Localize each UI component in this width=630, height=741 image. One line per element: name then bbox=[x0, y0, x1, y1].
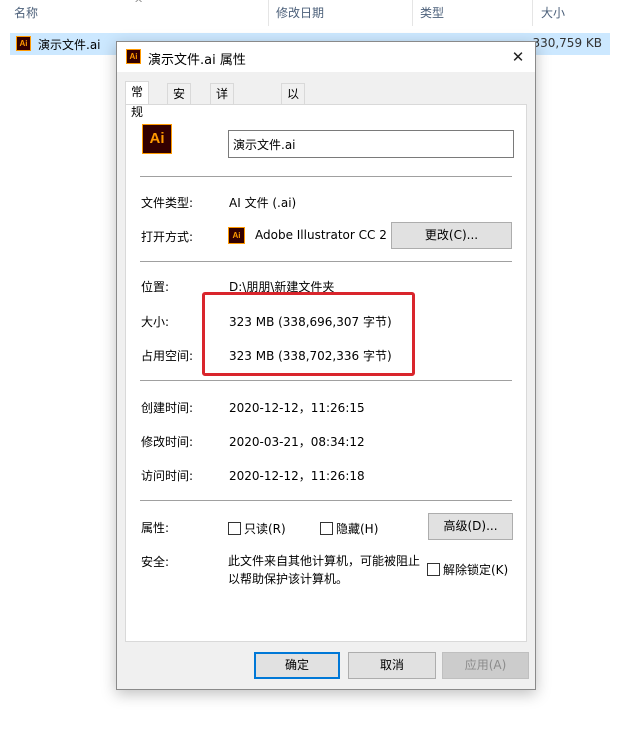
tab-security[interactable]: 安全 bbox=[167, 83, 192, 121]
accessed-value: 2020-12-12，11:26:18 bbox=[229, 469, 365, 483]
unblock-checkbox[interactable]: 解除锁定(K) bbox=[427, 561, 508, 578]
security-message: 此文件来自其他计算机，可能被阻止以帮助保护该计算机。 bbox=[228, 554, 421, 586]
file-type-label: 文件类型: bbox=[141, 196, 194, 210]
tab-previous-versions[interactable]: 以前的版本 bbox=[281, 83, 306, 181]
sort-up-icon: ^ bbox=[134, 0, 144, 10]
illustrator-app-icon: Ai bbox=[228, 227, 245, 244]
disk-size-label: 占用空间: bbox=[141, 349, 194, 363]
file-type-value: AI 文件 (.ai) bbox=[229, 196, 297, 210]
hidden-checkbox[interactable]: 隐藏(H) bbox=[320, 520, 378, 537]
dialog-titlebar[interactable]: Ai 演示文件.ai 属性 ✕ bbox=[117, 42, 535, 72]
size-label: 大小: bbox=[141, 315, 170, 329]
checkbox-box[interactable] bbox=[228, 522, 241, 535]
cancel-button[interactable]: 取消 bbox=[348, 652, 436, 679]
location-value: D:\朋朋\新建文件夹 bbox=[229, 280, 335, 294]
ai-file-icon: Ai bbox=[126, 49, 141, 64]
column-header-type[interactable]: 类型 bbox=[406, 0, 531, 26]
dialog-title: 演示文件.ai 属性 bbox=[148, 53, 246, 68]
attributes-label: 属性: bbox=[141, 521, 170, 535]
column-header-modified[interactable]: 修改日期 bbox=[262, 0, 412, 26]
properties-dialog: Ai 演示文件.ai 属性 ✕ 常规 安全 详细信息 以前的版本 Ai 文件类型… bbox=[116, 41, 536, 690]
readonly-label: 只读(R) bbox=[244, 522, 286, 536]
unblock-label: 解除锁定(K) bbox=[443, 563, 509, 577]
created-label: 创建时间: bbox=[141, 401, 194, 415]
general-panel: Ai 文件类型: AI 文件 (.ai) 打开方式: Ai Adobe Illu… bbox=[125, 104, 527, 642]
divider bbox=[140, 261, 512, 262]
ok-button[interactable]: 确定 bbox=[254, 652, 340, 679]
tab-general[interactable]: 常规 bbox=[125, 81, 150, 119]
hidden-label: 隐藏(H) bbox=[336, 522, 379, 536]
checkbox-box[interactable] bbox=[427, 563, 440, 576]
ai-file-large-icon: Ai bbox=[142, 124, 172, 154]
ai-file-icon: Ai bbox=[16, 36, 31, 51]
divider bbox=[140, 176, 512, 177]
close-icon[interactable]: ✕ bbox=[501, 42, 535, 72]
change-button[interactable]: 更改(C)... bbox=[391, 222, 512, 249]
checkbox-box[interactable] bbox=[320, 522, 333, 535]
created-value: 2020-12-12，11:26:15 bbox=[229, 401, 365, 415]
readonly-checkbox[interactable]: 只读(R) bbox=[228, 520, 286, 537]
location-label: 位置: bbox=[141, 280, 170, 294]
divider bbox=[140, 500, 512, 501]
divider bbox=[140, 380, 512, 381]
open-with-label: 打开方式: bbox=[141, 230, 194, 244]
open-with-app: Adobe Illustrator CC 2 bbox=[255, 228, 387, 242]
size-value: 323 MB (338,696,307 字节) bbox=[229, 315, 392, 329]
tab-details[interactable]: 详细信息 bbox=[210, 83, 235, 161]
column-header-size[interactable]: 大小 bbox=[527, 0, 627, 26]
advanced-button[interactable]: 高级(D)... bbox=[428, 513, 513, 540]
file-size: 330,759 KB bbox=[532, 36, 602, 50]
disk-size-value: 323 MB (338,702,336 字节) bbox=[229, 349, 392, 363]
file-name: 演示文件.ai bbox=[38, 38, 101, 52]
filename-input[interactable] bbox=[228, 130, 514, 158]
apply-button[interactable]: 应用(A) bbox=[442, 652, 529, 679]
accessed-label: 访问时间: bbox=[141, 469, 194, 483]
modified-label: 修改时间: bbox=[141, 435, 194, 449]
modified-value: 2020-03-21，08:34:12 bbox=[229, 435, 365, 449]
security-label: 安全: bbox=[141, 555, 170, 569]
